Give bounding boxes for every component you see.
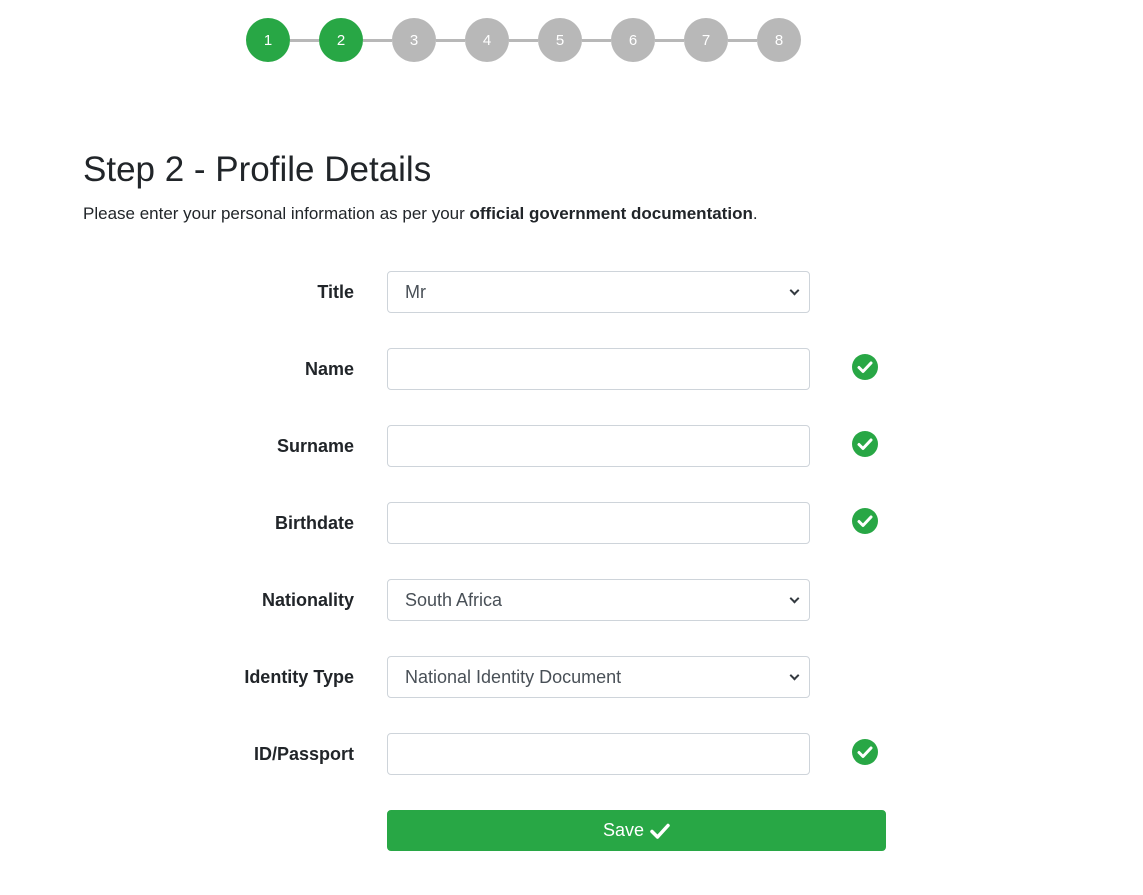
- step-number: 3: [409, 31, 419, 49]
- step-connector: [655, 38, 684, 42]
- nationality-selected-value: South Africa: [405, 589, 503, 610]
- identity-type-selected-value: National Identity Document: [405, 666, 622, 687]
- step-8[interactable]: 8: [757, 18, 801, 62]
- nationality-label: Nationality: [261, 590, 354, 610]
- nationality-select[interactable]: South Africa: [387, 579, 810, 621]
- name-label: Name: [304, 359, 354, 379]
- check-circle-icon: [852, 354, 878, 380]
- id-passport-row: ID/Passport: [0, 733, 1143, 775]
- title-select[interactable]: Mr: [387, 271, 810, 313]
- step-connector: [582, 38, 611, 42]
- intro-emphasis: official government documentation: [469, 204, 753, 223]
- surname-input[interactable]: [387, 425, 810, 467]
- step-number: 6: [628, 31, 638, 49]
- surname-label: Surname: [276, 436, 354, 456]
- title-row: Title Mr: [0, 271, 1143, 313]
- id-passport-input[interactable]: [387, 733, 810, 775]
- step-number: 1: [263, 31, 273, 49]
- step-number: 2: [336, 31, 346, 49]
- step-connector: [436, 38, 465, 42]
- check-circle-icon: [852, 431, 878, 457]
- birthdate-input[interactable]: [387, 502, 810, 544]
- step-5[interactable]: 5: [538, 18, 582, 62]
- intro-prefix: Please enter your personal information a…: [83, 204, 470, 223]
- step-connector: [509, 38, 538, 42]
- identity-type-row: Identity Type National Identity Document: [0, 656, 1143, 698]
- intro-suffix: .: [752, 204, 758, 223]
- chevron-down-icon: [789, 593, 800, 603]
- identity-type-label: Identity Type: [244, 667, 354, 687]
- birthdate-row: Birthdate: [0, 502, 1143, 544]
- title-selected-value: Mr: [405, 281, 426, 302]
- identity-type-select[interactable]: National Identity Document: [387, 656, 810, 698]
- name-input[interactable]: [387, 348, 810, 390]
- birthdate-label: Birthdate: [274, 513, 354, 533]
- surname-row: Surname: [0, 425, 1143, 467]
- step-connector: [363, 38, 392, 42]
- check-circle-icon: [852, 508, 878, 534]
- save-button[interactable]: Save: [387, 810, 886, 851]
- page-title: Step 2 - Profile Details: [83, 150, 432, 189]
- step-1[interactable]: 1: [246, 18, 290, 62]
- step-6[interactable]: 6: [611, 18, 655, 62]
- chevron-down-icon: [789, 285, 800, 295]
- step-4[interactable]: 4: [465, 18, 509, 62]
- id-passport-label: ID/Passport: [253, 744, 354, 764]
- chevron-down-icon: [789, 670, 800, 680]
- step-3[interactable]: 3: [392, 18, 436, 62]
- step-7[interactable]: 7: [684, 18, 728, 62]
- check-circle-icon: [852, 739, 878, 765]
- progress-stepper: 1 2 3 4 5 6 7 8: [246, 18, 801, 62]
- title-label: Title: [317, 282, 354, 302]
- step-connector: [290, 38, 319, 42]
- intro-text: Please enter your personal information a…: [83, 204, 758, 224]
- step-connector: [728, 38, 757, 42]
- nationality-row: Nationality South Africa: [0, 579, 1143, 621]
- save-label: Save: [602, 820, 645, 840]
- step-number: 7: [701, 31, 711, 49]
- checkmark-icon: [650, 823, 670, 839]
- step-number: 8: [774, 31, 784, 49]
- name-row: Name: [0, 348, 1143, 390]
- step-number: 5: [555, 31, 565, 49]
- step-2[interactable]: 2: [319, 18, 363, 62]
- step-number: 4: [482, 31, 492, 49]
